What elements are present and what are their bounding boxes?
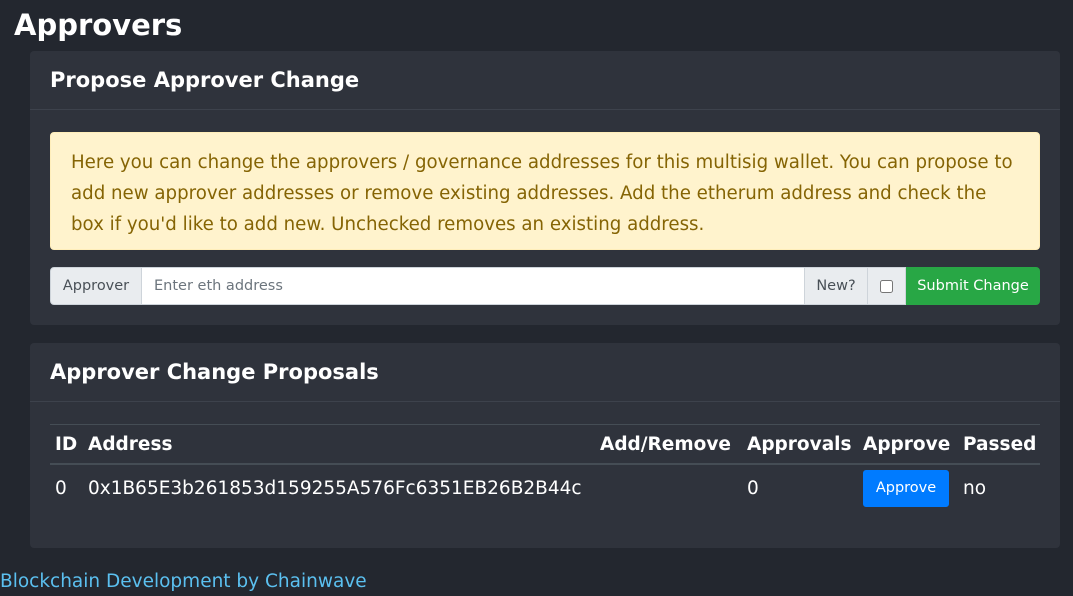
new-checkbox-wrapper <box>868 267 906 305</box>
table-row: 0 0x1B65E3b261853d159255A576Fc6351EB26B2… <box>50 464 1040 511</box>
propose-approver-card: Propose Approver Change Here you can cha… <box>30 51 1060 325</box>
propose-card-title: Propose Approver Change <box>50 68 360 92</box>
column-header-address: Address <box>88 433 173 455</box>
info-alert: Here you can change the approvers / gove… <box>50 132 1040 250</box>
proposals-card: Approver Change Proposals ID Address Add… <box>30 343 1060 548</box>
approver-input-label: Approver <box>50 267 142 305</box>
proposals-card-title: Approver Change Proposals <box>50 360 379 384</box>
cell-id: 0 <box>55 477 67 499</box>
column-header-add-remove: Add/Remove <box>600 433 731 455</box>
column-header-approvals: Approvals <box>747 433 852 455</box>
column-header-approve: Approve <box>863 433 951 455</box>
proposals-card-header: Approver Change Proposals <box>30 343 1060 402</box>
column-header-id: ID <box>55 433 78 455</box>
eth-address-input[interactable] <box>142 267 804 305</box>
propose-card-header: Propose Approver Change <box>30 51 1060 110</box>
submit-change-button[interactable]: Submit Change <box>906 267 1040 305</box>
cell-add-remove <box>595 464 742 511</box>
approver-input-group: Approver New? Submit Change <box>50 267 1040 305</box>
cell-address: 0x1B65E3b261853d159255A576Fc6351EB26B2B4… <box>88 477 582 499</box>
footer-chainwave-link[interactable]: Blockchain Development by Chainwave <box>0 568 367 596</box>
approve-button[interactable]: Approve <box>863 469 949 507</box>
cell-approvals: 0 <box>747 477 759 499</box>
proposals-table: ID Address Add/Remove Approvals Approve … <box>50 424 1040 511</box>
cell-passed: no <box>963 477 987 499</box>
table-header-row: ID Address Add/Remove Approvals Approve … <box>50 424 1040 464</box>
page-title: Approvers <box>14 8 183 42</box>
new-label: New? <box>804 267 868 305</box>
column-header-passed: Passed <box>963 433 1037 455</box>
cell-approve: Approve <box>858 464 958 511</box>
new-checkbox[interactable] <box>880 279 893 293</box>
